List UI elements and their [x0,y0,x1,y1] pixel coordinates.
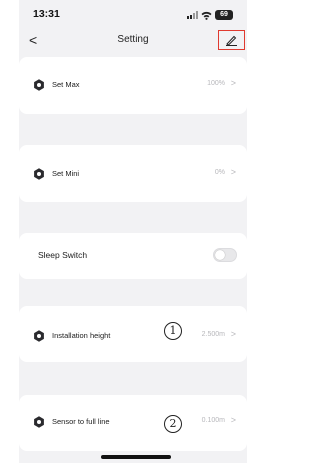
status-icons: 69 [187,9,233,21]
wifi-icon [201,11,212,20]
setting-row-sensor-to-full-line[interactable]: Sensor to full line 0.100m > [19,412,247,432]
setting-value: 2.500m [201,331,225,338]
chevron-right-icon: > [230,78,236,88]
setting-row-set-max[interactable]: Set Max 100% > [19,75,247,95]
status-time: 13:31 [33,8,60,20]
setting-label: Sleep Switch [38,250,88,260]
setting-card-set-mini: Set Mini 0% > [19,145,247,202]
edit-button[interactable] [218,30,245,50]
status-bar: 13:31 69 [19,8,247,24]
annotation-marker: 2 [164,415,182,433]
setting-row-set-mini[interactable]: Set Mini 0% > [19,164,247,184]
home-indicator[interactable] [101,455,171,459]
page-title: Setting [117,34,149,45]
chevron-right-icon: > [230,329,236,339]
setting-label: Set Max [52,80,80,89]
gear-icon [34,330,44,342]
setting-label: Set Mini [52,169,80,178]
setting-value: 100% [207,80,225,87]
toggle-knob [215,250,225,260]
setting-label: Sensor to full line [52,417,110,426]
pencil-icon [226,35,237,46]
setting-card-installation-height: Installation height 2.500m > 1 [19,306,247,362]
setting-value: 0% [214,169,225,176]
gear-icon [34,168,44,180]
chevron-right-icon: > [230,415,236,425]
gear-icon [34,79,44,91]
phone-screen: 13:31 69 < Setting Set Max 100% > Set Mi… [19,0,247,463]
cellular-signal-icon [187,11,198,19]
annotation-marker: 1 [164,322,182,340]
nav-bar: < Setting [19,30,247,52]
battery-icon: 69 [215,10,233,20]
sleep-switch-toggle[interactable] [213,248,237,262]
setting-label: Installation height [52,331,111,340]
setting-row-sleep-switch: Sleep Switch [19,246,247,266]
setting-row-installation-height[interactable]: Installation height 2.500m > [19,326,247,346]
setting-card-sensor-to-full-line: Sensor to full line 0.100m > 2 [19,395,247,451]
setting-value: 0.100m [201,417,225,424]
setting-card-sleep-switch: Sleep Switch [19,233,247,279]
gear-icon [34,416,44,428]
chevron-right-icon: > [230,167,236,177]
setting-card-set-max: Set Max 100% > [19,57,247,114]
